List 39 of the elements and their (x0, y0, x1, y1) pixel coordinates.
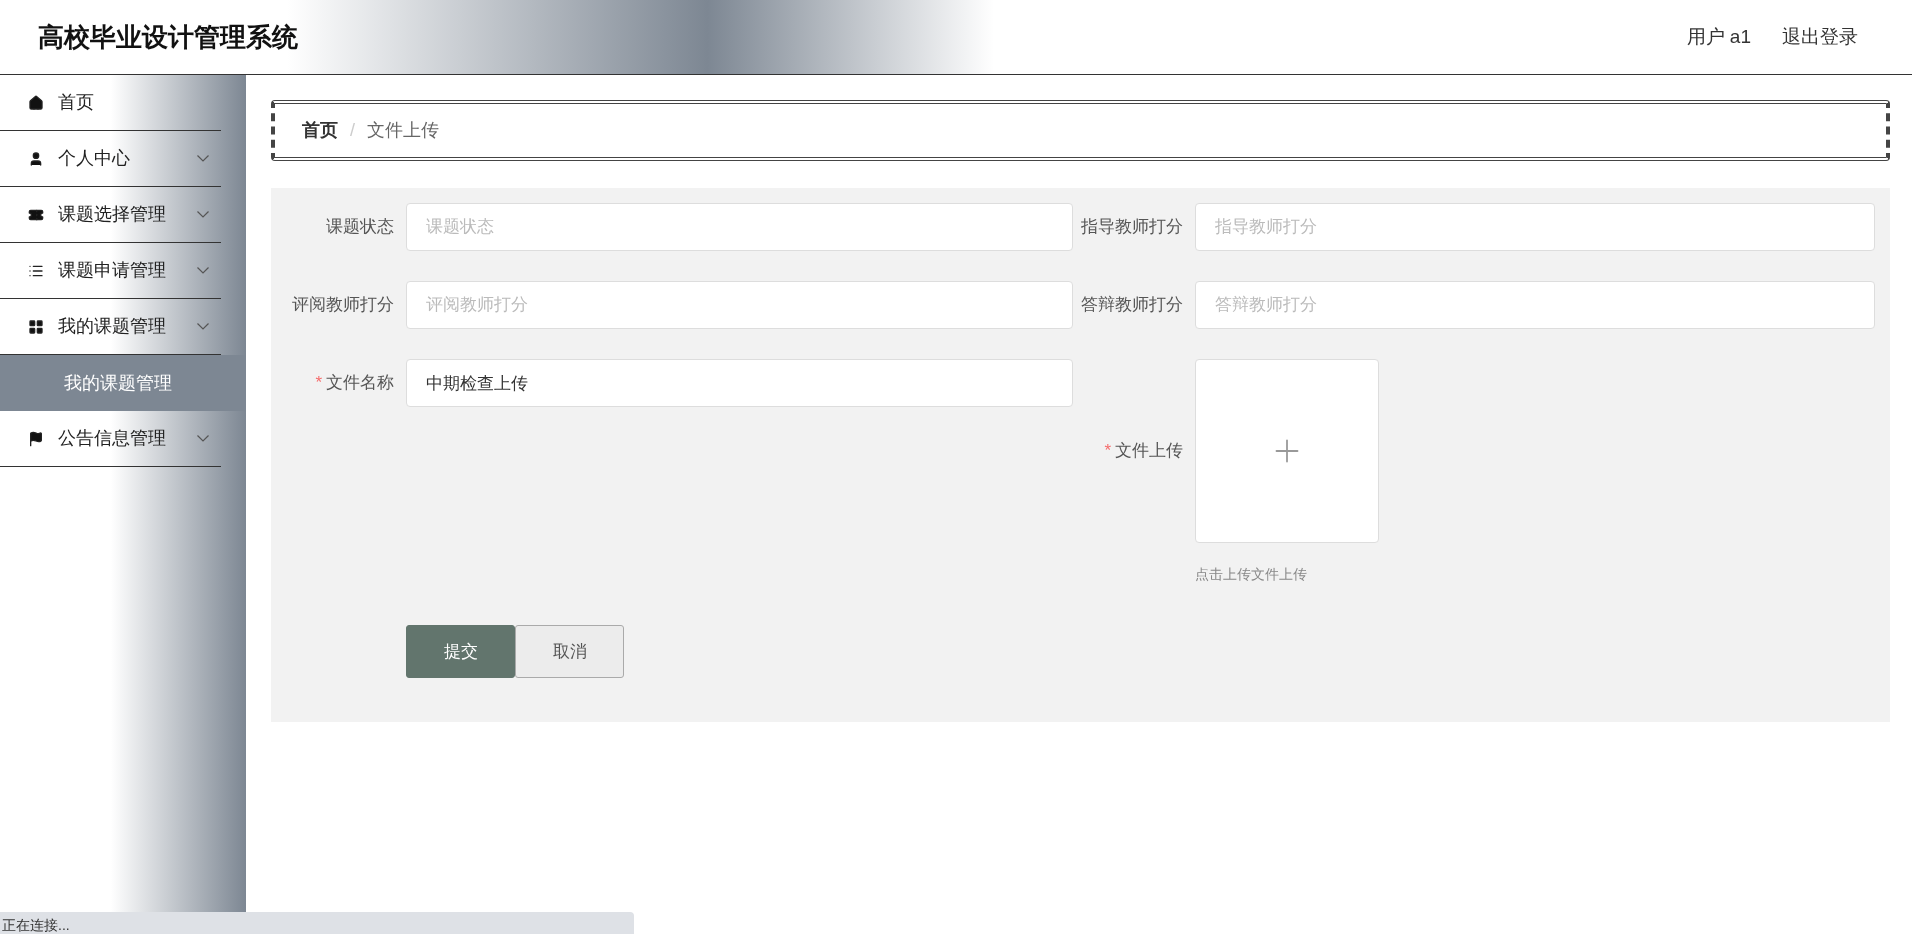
input-field[interactable]: 指导教师打分 (1195, 203, 1875, 251)
chevron-icon (197, 323, 209, 330)
field-label: 答辩教师打分 (1081, 295, 1183, 315)
sidebar-item[interactable]: 课题选择管理 (0, 187, 221, 243)
breadcrumb-item: 文件上传 (367, 119, 439, 142)
grid-icon (28, 318, 44, 335)
chevron-icon (197, 435, 209, 442)
upload-box[interactable] (1195, 359, 1379, 543)
input-field[interactable]: 中期检查上传 (406, 359, 1073, 407)
chevron-icon (197, 211, 209, 218)
chevron-icon (197, 267, 209, 274)
sidebar-item[interactable]: 首页 (0, 75, 221, 131)
sidebar-item[interactable]: 课题申请管理 (0, 243, 221, 299)
home-icon (28, 94, 44, 111)
status-bar: 正在连接... (0, 912, 634, 934)
cancel-button[interactable]: 取消 (515, 625, 624, 678)
breadcrumb-separator: / (350, 119, 355, 142)
submit-button[interactable]: 提交 (406, 625, 515, 678)
sidebar-item[interactable]: 个人中心 (0, 131, 221, 187)
chevron-icon (197, 155, 209, 162)
field-label: 指导教师打分 (1081, 217, 1183, 237)
required-asterisk: * (315, 373, 322, 393)
required-asterisk: * (1104, 441, 1111, 461)
flag-icon (28, 430, 44, 447)
sidebar-subitem[interactable]: 我的课题管理 (0, 355, 246, 411)
field-label: 课题状态 (326, 217, 394, 237)
logout-link[interactable]: 退出登录 (1782, 22, 1858, 52)
input-field[interactable]: 答辩教师打分 (1195, 281, 1875, 329)
breadcrumb-item[interactable]: 首页 (302, 117, 338, 144)
upload-hint: 点击上传文件上传 (1195, 565, 1307, 584)
field-label: 文件上传 (1115, 441, 1183, 461)
user-name: 用户 a1 (1686, 24, 1751, 49)
app-title: 高校毕业设计管理系统 (38, 20, 298, 54)
field-label: 评阅教师打分 (292, 295, 394, 315)
field-label: 文件名称 (326, 373, 394, 393)
user-icon (28, 150, 44, 167)
input-field[interactable]: 评阅教师打分 (406, 281, 1073, 329)
sidebar-item[interactable]: 公告信息管理 (0, 411, 221, 467)
input-field[interactable]: 课题状态 (406, 203, 1073, 251)
